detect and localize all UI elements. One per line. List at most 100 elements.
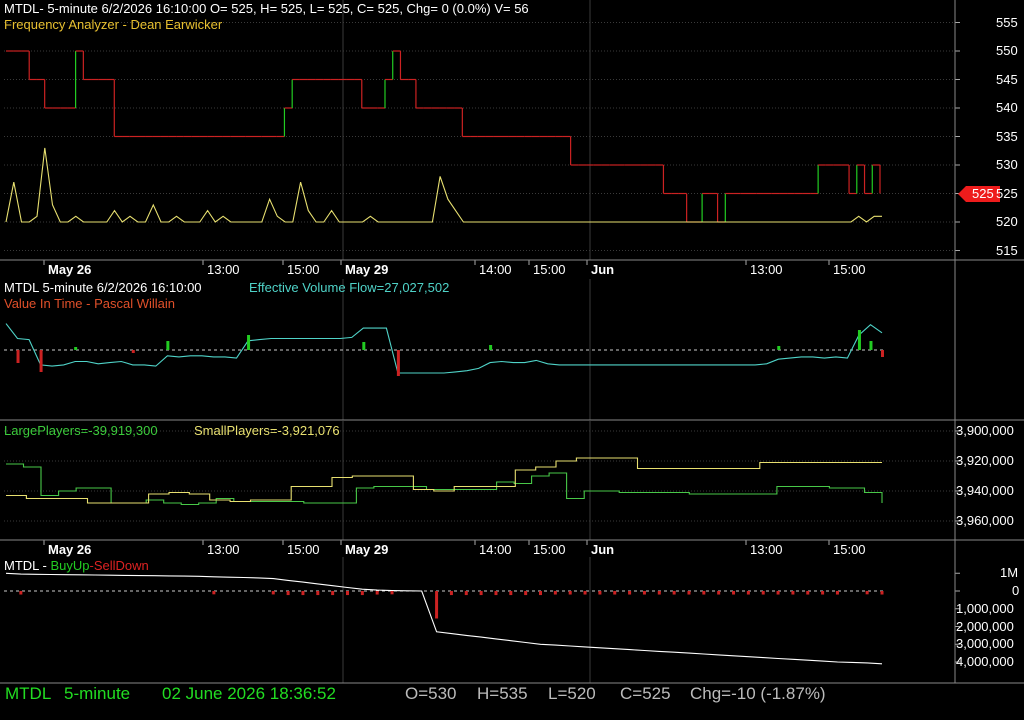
status-datetime: 02 June 2026 18:36:52: [162, 684, 336, 703]
buyup-tick-label: 2,000,000: [956, 618, 1014, 634]
frequency-analyzer-title: Frequency Analyzer - Dean Earwicker: [4, 17, 223, 32]
buysell-bar: [880, 591, 884, 595]
cumulative-flow-line: [5, 572, 883, 665]
evf-line: [5, 323, 883, 374]
buysell-bar: [509, 591, 513, 596]
large-players-label: LargePlayers=-39,919,300: [4, 423, 158, 438]
date-tick-label: 15:00: [533, 262, 566, 277]
buysell-bar: [524, 591, 528, 596]
flow-bar: [247, 335, 251, 350]
buyup-selldown-panel[interactable]: [4, 572, 885, 665]
players-tick-label: 3,920,000: [956, 453, 1014, 468]
players-tick-label: 3,900,000: [956, 423, 1014, 438]
buysell-bar: [286, 591, 290, 596]
large-players-line: [6, 463, 883, 506]
flow-bar: [166, 341, 170, 350]
buysell-bar: [672, 591, 676, 595]
date-tick-label: 13:00: [207, 262, 240, 277]
buysell-bar: [628, 591, 632, 595]
selldown-label: SellDown: [93, 558, 149, 573]
flow-bar: [39, 350, 43, 372]
buysell-bar: [806, 591, 810, 595]
small-players-line: [6, 457, 882, 504]
price-tick-label: 540: [996, 100, 1018, 115]
effective-volume-flow-label: Effective Volume Flow=27,027,502: [249, 280, 450, 295]
buysell-bar: [449, 591, 453, 596]
chart-canvas: 525: [0, 0, 1024, 684]
buysell-bar: [865, 591, 869, 595]
buysell-bar: [761, 591, 765, 595]
date-tick-label: 15:00: [287, 262, 320, 277]
flow-bar: [489, 345, 493, 350]
flow-bar: [881, 350, 884, 357]
date-tick-label: 14:00: [479, 542, 512, 557]
panel2-symbol: MTDL 5-minute 6/2/2026 16:10:00: [4, 280, 202, 295]
date-tick-label: 15:00: [533, 542, 566, 557]
grid-layer: [4, 0, 960, 683]
buysell-bar: [390, 591, 394, 595]
date-tick-label: Jun: [591, 262, 615, 277]
buysell-bar: [345, 591, 349, 596]
buysell-bar: [553, 591, 557, 595]
price-tick-label: 520: [996, 214, 1018, 229]
buysell-bar: [316, 591, 320, 596]
buysell-bar: [494, 591, 498, 596]
players-tick-label: 3,940,000: [956, 483, 1014, 498]
flow-bar: [869, 341, 873, 350]
players-panel[interactable]: [6, 457, 883, 506]
flow-bar: [777, 346, 781, 350]
flow-bar: [16, 350, 20, 363]
buyup-tick-label: 4,000,000: [956, 654, 1014, 669]
flow-bar: [396, 350, 400, 376]
status-high: H=535: [477, 684, 528, 703]
buysell-bar: [301, 591, 305, 596]
buyup-label: BuyUp: [50, 558, 90, 573]
frequency-analyzer-panel[interactable]: [5, 50, 882, 223]
buyup-tick-label: 0: [1012, 583, 1020, 598]
status-change: Chg=-10 (-1.87%): [690, 684, 826, 703]
status-low: L=520: [548, 684, 596, 703]
date-tick-label: May 29: [345, 542, 389, 557]
buysell-bar: [435, 591, 439, 619]
price-tick-label: 545: [996, 71, 1018, 87]
buysell-bar: [19, 591, 23, 595]
buysell-bar: [212, 591, 216, 595]
buyup-tick-label: 3,000,000: [956, 636, 1014, 652]
buyup-tick-label: 1M: [1000, 565, 1019, 581]
buysell-bar: [479, 591, 483, 596]
flow-bar: [131, 350, 135, 353]
status-open: O=530: [405, 684, 457, 703]
flow-bar: [74, 347, 78, 350]
buysell-bar: [776, 591, 780, 595]
panel4-symbol: MTDL: [4, 558, 39, 573]
date-tick-label: May 26: [48, 542, 92, 557]
value-in-time-panel[interactable]: [4, 323, 885, 376]
buysell-bar: [568, 591, 572, 595]
buysell-bar: [687, 591, 691, 595]
buysell-bar: [271, 591, 275, 595]
panel4-header: MTDL - BuyUp-SellDown: [4, 558, 149, 573]
buysell-bar: [583, 591, 587, 595]
date-tick-label: 13:00: [207, 542, 240, 557]
buysell-bar: [375, 591, 379, 595]
buysell-bar: [821, 591, 825, 595]
buysell-bar: [732, 591, 736, 595]
status-bar: MTDL 5-minute 02 June 2026 18:36:52 O=53…: [0, 684, 1024, 710]
buysell-bar: [613, 591, 617, 595]
price-tag: 525: [958, 186, 1000, 202]
buysell-bar: [464, 591, 468, 596]
buysell-bar: [835, 591, 839, 595]
date-tick-label: 13:00: [750, 262, 783, 277]
buysell-bar: [746, 591, 750, 595]
price-tick-label: 530: [996, 157, 1018, 172]
date-tick-label: 15:00: [833, 542, 866, 557]
date-tick-label: Jun: [591, 542, 615, 557]
buysell-bar: [702, 591, 706, 595]
small-players-label: SmallPlayers=-3,921,076: [194, 423, 340, 438]
date-tick-label: May 26: [48, 262, 92, 277]
date-tick-label: 14:00: [479, 262, 512, 277]
buysell-bar: [717, 591, 721, 595]
players-tick-label: 3,960,000: [956, 513, 1014, 528]
price-tick-label: 535: [996, 128, 1018, 144]
date-tick-label: 15:00: [287, 542, 320, 557]
